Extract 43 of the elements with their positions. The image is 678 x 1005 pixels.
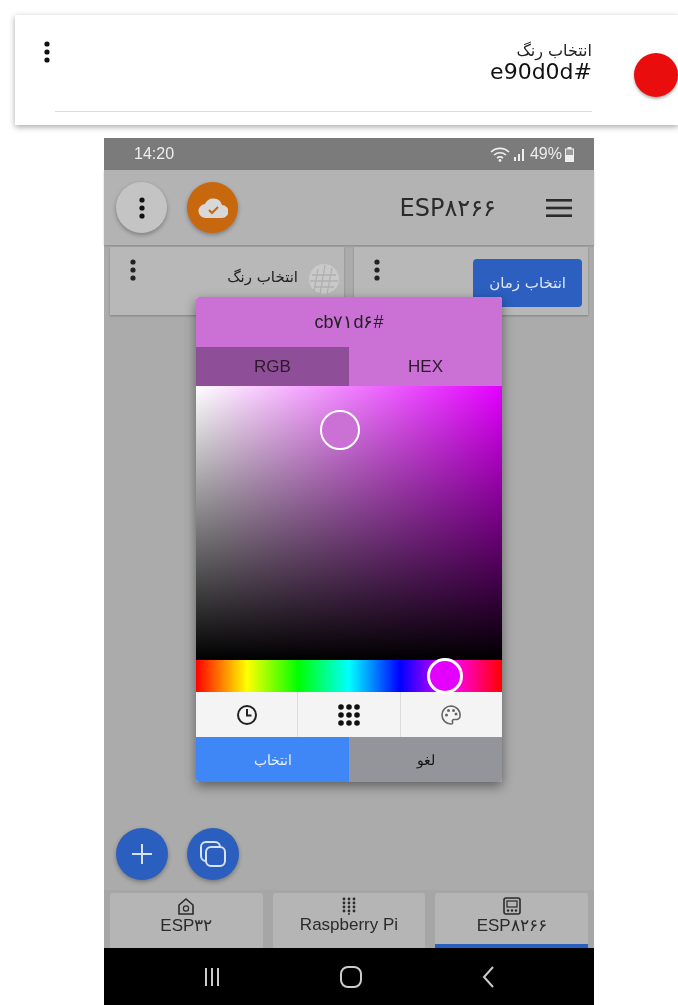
more-icon[interactable] [44, 41, 50, 63]
more-icon [138, 196, 145, 219]
hue-thumb[interactable] [427, 658, 464, 694]
back-icon[interactable] [482, 965, 494, 988]
home-icon[interactable] [340, 965, 362, 988]
add-button[interactable] [116, 828, 168, 880]
mode-tab[interactable]: HEX [349, 347, 502, 386]
app-title: ESP۸۲۶۶ [398, 193, 496, 222]
clock-icon[interactable] [235, 703, 258, 726]
palette-icon[interactable] [440, 703, 463, 726]
menu-icon[interactable] [546, 198, 572, 217]
status-time: 14:20 [134, 145, 175, 163]
keypad-icon [342, 897, 356, 915]
more-button[interactable] [116, 182, 167, 233]
copy-button[interactable] [187, 828, 239, 880]
hue-slider[interactable] [196, 660, 502, 692]
color-ball-icon[interactable] [308, 263, 340, 295]
cloud-button[interactable] [187, 182, 238, 233]
color-dot[interactable] [634, 53, 678, 97]
battery-icon [565, 146, 574, 162]
house-icon [177, 897, 196, 915]
more-icon[interactable] [130, 259, 136, 281]
wifi-icon [489, 146, 510, 162]
cloud-check-icon [197, 196, 228, 219]
more-icon[interactable] [374, 259, 380, 281]
battery-percent: 49% [529, 145, 562, 163]
color-code: cb۷۱d۶# [314, 311, 384, 333]
recents-icon[interactable] [204, 966, 220, 987]
device-tab[interactable]: ESP۸۲۶۶ [435, 893, 588, 948]
color-value: e90d0d# [490, 60, 592, 84]
grid-icon[interactable] [338, 703, 360, 726]
signal-icon [512, 147, 527, 161]
card-title: انتخاب رنگ [516, 42, 592, 60]
device-tab[interactable]: ESP۳۲ [110, 893, 263, 948]
time-select-button[interactable]: انتخاب زمان [473, 259, 582, 307]
plus-icon [131, 843, 153, 865]
color-thumb[interactable] [320, 410, 361, 451]
device-tab[interactable]: Raspberry Pi [272, 893, 426, 948]
widget-title: انتخاب رنگ [226, 268, 298, 286]
device-icon [502, 897, 521, 915]
cancel-button[interactable]: لغو [349, 737, 502, 782]
saturation-area[interactable] [196, 386, 502, 660]
copy-icon [199, 840, 227, 868]
